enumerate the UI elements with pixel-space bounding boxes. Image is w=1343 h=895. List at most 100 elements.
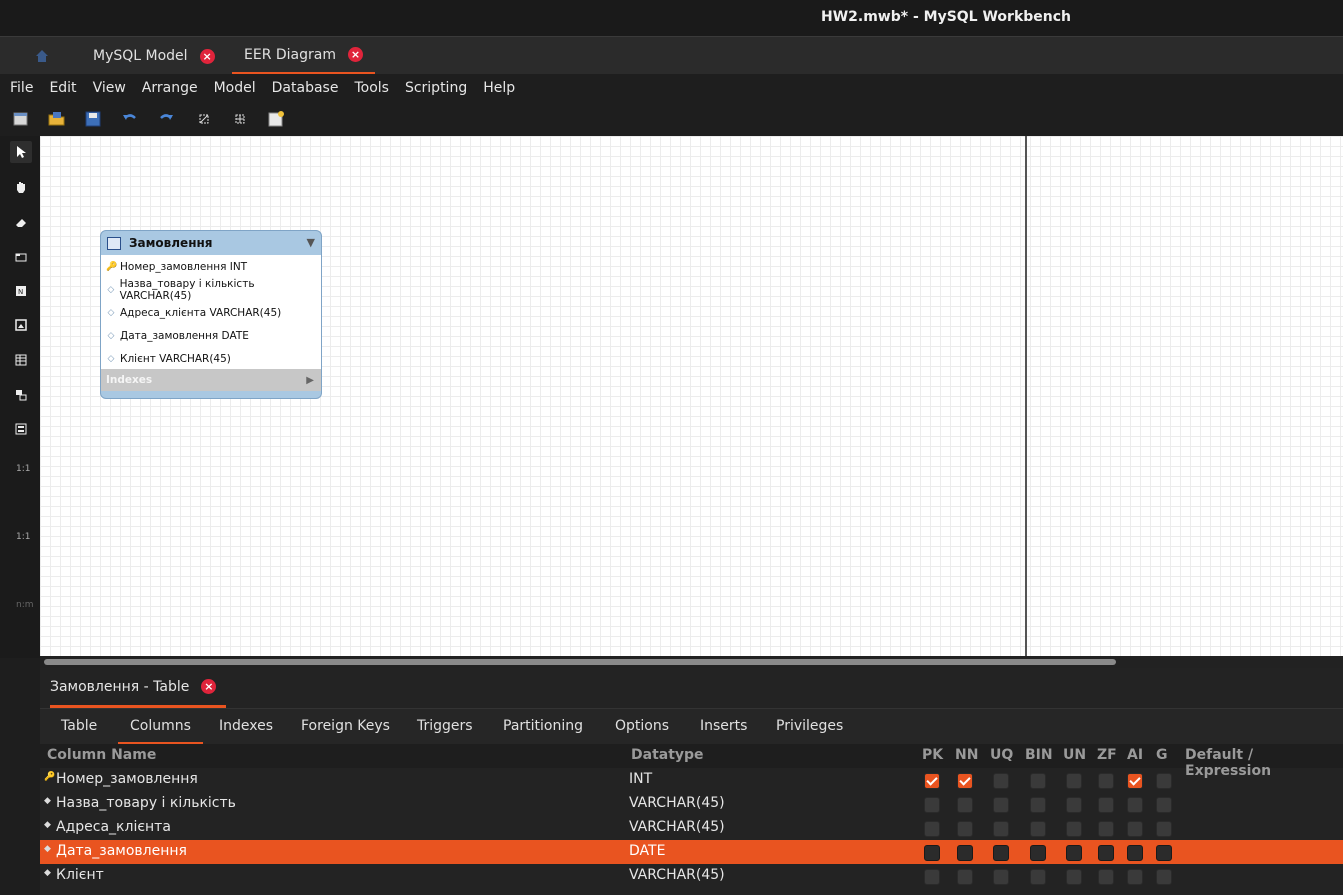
tab-columns[interactable]: Columns: [118, 709, 203, 745]
table-row[interactable]: ◆ Дата_замовлення DATE: [40, 840, 1343, 864]
zf-checkbox[interactable]: [1098, 773, 1114, 789]
entity-table[interactable]: Замовлення ▼ 🔑 Номер_замовлення INT ◇ На…: [100, 230, 322, 399]
header-datatype[interactable]: Datatype: [631, 747, 704, 763]
uq-checkbox[interactable]: [993, 773, 1009, 789]
datatype-cell[interactable]: VARCHAR(45): [629, 819, 725, 835]
scrollbar-thumb[interactable]: [44, 659, 1116, 665]
header-un[interactable]: UN: [1063, 747, 1086, 763]
relationship-n-m-label[interactable]: n:m: [16, 600, 34, 610]
entity-column[interactable]: 🔑 Номер_замовлення INT: [101, 255, 321, 278]
datatype-cell[interactable]: VARCHAR(45): [629, 795, 725, 811]
column-name-cell[interactable]: Дата_замовлення: [56, 843, 187, 859]
menu-tools[interactable]: Tools: [354, 80, 389, 96]
close-icon[interactable]: ×: [201, 679, 217, 694]
table-row[interactable]: ◆ Адреса_клієнта VARCHAR(45): [40, 816, 1343, 840]
un-checkbox[interactable]: [1066, 821, 1082, 837]
entity-header[interactable]: Замовлення ▼: [101, 231, 321, 255]
pk-checkbox[interactable]: [924, 845, 940, 861]
canvas-hscrollbar[interactable]: [40, 656, 1343, 668]
tab-table[interactable]: Table: [61, 709, 97, 742]
menu-view[interactable]: View: [93, 80, 126, 96]
tab-foreign-keys[interactable]: Foreign Keys: [301, 709, 390, 742]
header-column-name[interactable]: Column Name: [47, 747, 156, 763]
zf-checkbox[interactable]: [1098, 845, 1114, 861]
redo-icon[interactable]: [156, 109, 176, 129]
uq-checkbox[interactable]: [993, 797, 1009, 813]
relationship-1-1-label[interactable]: 1:1: [16, 464, 30, 474]
eraser-tool[interactable]: [10, 211, 32, 233]
zf-checkbox[interactable]: [1098, 821, 1114, 837]
close-icon[interactable]: ×: [199, 48, 215, 64]
home-icon[interactable]: [34, 48, 50, 64]
uq-checkbox[interactable]: [993, 821, 1009, 837]
header-nn[interactable]: NN: [955, 747, 978, 763]
zf-checkbox[interactable]: [1098, 869, 1114, 885]
pk-checkbox[interactable]: [924, 821, 940, 837]
hand-tool[interactable]: [10, 176, 32, 198]
menu-file[interactable]: File: [10, 80, 33, 96]
g-checkbox[interactable]: [1156, 845, 1172, 861]
g-checkbox[interactable]: [1156, 821, 1172, 837]
entity-indexes[interactable]: Indexes ▶: [101, 369, 321, 391]
new-document-icon[interactable]: [11, 109, 31, 129]
entity-column[interactable]: ◇ Назва_товару і кількість VARCHAR(45): [101, 278, 321, 302]
pk-checkbox[interactable]: [924, 869, 940, 885]
menu-arrange[interactable]: Arrange: [142, 80, 198, 96]
nn-checkbox[interactable]: [957, 773, 973, 789]
datatype-cell[interactable]: INT: [629, 771, 652, 787]
table-row[interactable]: ◆ Назва_товару і кількість VARCHAR(45): [40, 792, 1343, 816]
bin-checkbox[interactable]: [1030, 821, 1046, 837]
diagram-canvas[interactable]: Замовлення ▼ 🔑 Номер_замовлення INT ◇ На…: [40, 136, 1343, 656]
menu-database[interactable]: Database: [272, 80, 339, 96]
g-checkbox[interactable]: [1156, 869, 1172, 885]
pointer-tool[interactable]: [10, 141, 32, 163]
nn-checkbox[interactable]: [957, 869, 973, 885]
header-uq[interactable]: UQ: [990, 747, 1013, 763]
collapse-arrow-icon[interactable]: ▼: [307, 236, 315, 249]
nn-checkbox[interactable]: [957, 821, 973, 837]
entity-column[interactable]: ◇ Дата_замовлення DATE: [101, 324, 321, 347]
entity-column[interactable]: ◇ Клієнт VARCHAR(45): [101, 347, 321, 370]
undo-icon[interactable]: [120, 109, 140, 129]
ai-checkbox[interactable]: [1127, 869, 1143, 885]
table-row[interactable]: ◆ Клієнт VARCHAR(45): [40, 864, 1343, 888]
tab-privileges[interactable]: Privileges: [776, 709, 843, 742]
view-tool[interactable]: [10, 384, 32, 406]
table-tool[interactable]: [10, 349, 32, 371]
datatype-cell[interactable]: DATE: [629, 843, 665, 859]
zf-checkbox[interactable]: [1098, 797, 1114, 813]
ai-checkbox[interactable]: [1127, 797, 1143, 813]
tab-indexes[interactable]: Indexes: [219, 709, 273, 742]
table-row[interactable]: 🔑 Номер_замовлення INT: [40, 768, 1343, 792]
column-name-cell[interactable]: Клієнт: [56, 867, 104, 883]
header-zf[interactable]: ZF: [1097, 747, 1117, 763]
pk-checkbox[interactable]: [924, 773, 940, 789]
menu-edit[interactable]: Edit: [49, 80, 76, 96]
column-name-cell[interactable]: Номер_замовлення: [56, 771, 198, 787]
header-ai[interactable]: AI: [1127, 747, 1143, 763]
routine-tool[interactable]: [10, 418, 32, 440]
bin-checkbox[interactable]: [1030, 797, 1046, 813]
expand-arrow-icon[interactable]: ▶: [306, 375, 314, 386]
new-diagram-icon[interactable]: [266, 109, 286, 129]
column-name-cell[interactable]: Назва_товару і кількість: [56, 795, 236, 811]
save-icon[interactable]: [83, 109, 103, 129]
un-checkbox[interactable]: [1066, 845, 1082, 861]
layer-tool[interactable]: [10, 246, 32, 268]
header-pk[interactable]: PK: [922, 747, 943, 763]
tab-inserts[interactable]: Inserts: [700, 709, 747, 742]
nn-checkbox[interactable]: [957, 845, 973, 861]
tab-eer-diagram[interactable]: EER Diagram ×: [232, 37, 375, 75]
g-checkbox[interactable]: [1156, 773, 1172, 789]
header-bin[interactable]: BIN: [1025, 747, 1053, 763]
open-folder-icon[interactable]: [47, 109, 67, 129]
ai-checkbox[interactable]: [1127, 821, 1143, 837]
bin-checkbox[interactable]: [1030, 773, 1046, 789]
entity-column[interactable]: ◇ Адреса_клієнта VARCHAR(45): [101, 301, 321, 324]
header-g[interactable]: G: [1156, 747, 1168, 763]
relationship-1-1-id-label[interactable]: 1:1: [16, 532, 30, 542]
pk-checkbox[interactable]: [924, 797, 940, 813]
uq-checkbox[interactable]: [993, 845, 1009, 861]
menu-model[interactable]: Model: [214, 80, 256, 96]
bin-checkbox[interactable]: [1030, 869, 1046, 885]
